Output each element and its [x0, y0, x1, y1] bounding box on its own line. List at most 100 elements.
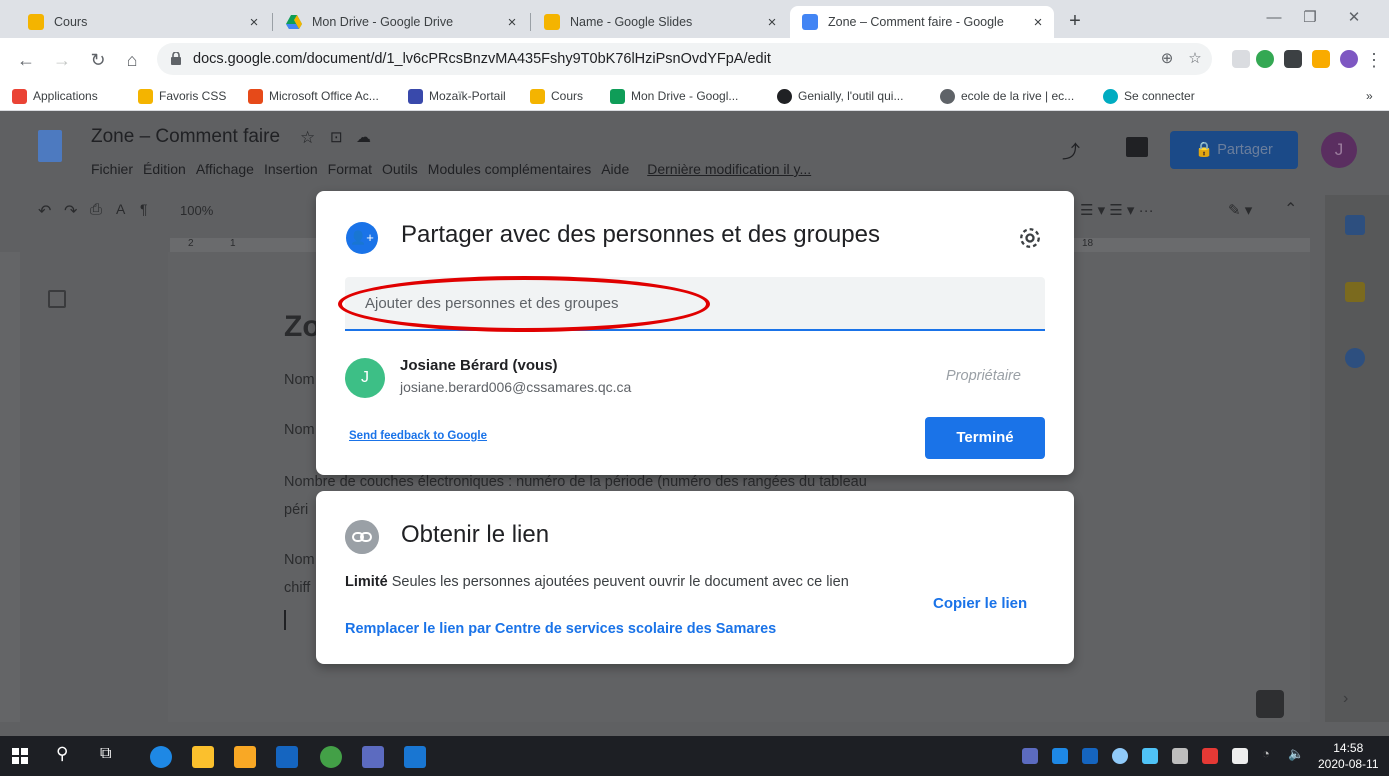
bookmarks-bar: Applications Favoris CSS Microsoft Offic…	[0, 82, 1389, 111]
menu-modules[interactable]: Modules complémentaires	[428, 161, 591, 177]
search-icon[interactable]: ⚲	[56, 744, 68, 764]
access-level[interactable]: Limité	[345, 574, 388, 590]
task-view-icon[interactable]: ⧉	[100, 745, 111, 763]
edit-mode-icon[interactable]: ✎ ▾	[1228, 201, 1252, 219]
tray-app-icon[interactable]	[1172, 748, 1188, 764]
undo-icon[interactable]: ↶	[38, 201, 51, 221]
restore-icon[interactable]: ❐	[1292, 6, 1328, 30]
explore-icon[interactable]	[1256, 690, 1284, 718]
add-people-input[interactable]	[345, 277, 1045, 331]
done-button[interactable]: Terminé	[925, 417, 1045, 459]
bookmark-genially[interactable]: Genially, l'outil qui...	[777, 87, 903, 105]
tab-cours[interactable]: Cours ×	[16, 6, 270, 38]
bookmark-microsoft-office[interactable]: Microsoft Office Ac...	[248, 87, 379, 105]
menu-edition[interactable]: Édition	[143, 161, 186, 177]
minimize-icon[interactable]: —	[1256, 6, 1292, 30]
outlook-icon[interactable]	[276, 746, 298, 768]
close-icon[interactable]: ×	[762, 14, 782, 31]
chrome-icon[interactable]	[320, 746, 342, 768]
send-feedback-link[interactable]: Send feedback to Google	[349, 430, 487, 442]
menu-format[interactable]: Format	[328, 161, 372, 177]
word-icon[interactable]	[404, 746, 426, 768]
tab-mon-drive[interactable]: Mon Drive - Google Drive ×	[274, 6, 528, 38]
menu-insertion[interactable]: Insertion	[264, 161, 318, 177]
gear-icon[interactable]	[1016, 224, 1044, 252]
google-drive-icon	[610, 88, 625, 104]
wifi-icon[interactable]: ◔	[1262, 746, 1270, 761]
reload-icon[interactable]: ↻	[86, 48, 110, 72]
bookmark-se-connecter[interactable]: Se connecter	[1103, 87, 1195, 105]
tab-google-slides[interactable]: Name - Google Slides ×	[532, 6, 788, 38]
forward-icon[interactable]: →	[50, 48, 74, 72]
edge-icon[interactable]	[150, 746, 172, 768]
file-explorer-icon[interactable]	[234, 746, 256, 768]
list-icon[interactable]: ☰ ▾ ☰ ▾ ···	[1080, 201, 1154, 219]
bookmark-star-icon[interactable]: ☆	[1185, 49, 1205, 69]
volume-icon[interactable]: 🔈	[1288, 746, 1304, 762]
menu-outils[interactable]: Outils	[382, 161, 418, 177]
address-bar[interactable]: docs.google.com/document/d/1_lv6cPRcsBnz…	[157, 43, 1212, 75]
collapse-chevron-icon[interactable]: ⌃	[1284, 199, 1297, 219]
zoom-select[interactable]: 100%	[180, 203, 213, 218]
bookmark-favoris-css[interactable]: Favoris CSS	[138, 87, 226, 105]
docs-logo-icon[interactable]	[38, 130, 62, 162]
tab-title: Mon Drive - Google Drive	[312, 15, 454, 29]
docs-share-button[interactable]: 🔒 Partager	[1170, 131, 1298, 169]
menu-fichier[interactable]: Fichier	[91, 161, 133, 177]
home-icon[interactable]: ⌂	[120, 48, 144, 72]
extension-green-icon[interactable]	[1256, 50, 1274, 68]
extension-hand-icon[interactable]	[1312, 50, 1330, 68]
print-icon[interactable]: ⎙	[90, 201, 102, 218]
sticky-notes-icon[interactable]	[192, 746, 214, 768]
activity-trend-icon[interactable]: ⤴	[1062, 138, 1080, 164]
more-menu-icon[interactable]: ⋮	[1362, 48, 1386, 72]
bookmark-applications[interactable]: Applications	[12, 87, 98, 105]
bookmark-mozaik[interactable]: Mozaïk-Portail	[408, 87, 506, 105]
calendar-icon[interactable]	[1345, 215, 1365, 235]
bookmarks-overflow[interactable]: »	[1366, 87, 1373, 105]
paint-format-icon[interactable]: ¶	[140, 201, 148, 217]
extension-icon[interactable]	[1232, 50, 1250, 68]
tray-app-icon[interactable]	[1112, 748, 1128, 764]
profile-avatar[interactable]	[1340, 50, 1358, 68]
comments-icon[interactable]	[1126, 137, 1148, 157]
zoom-icon[interactable]: ⊕	[1157, 49, 1177, 69]
close-icon[interactable]: ×	[244, 14, 264, 31]
spellcheck-icon[interactable]: A	[116, 201, 125, 217]
document-title[interactable]: Zone – Comment faire	[91, 126, 280, 148]
tab-google-docs-active[interactable]: Zone – Comment faire - Google ×	[790, 6, 1054, 38]
tasks-icon[interactable]	[1345, 348, 1365, 368]
tray-outlook-icon[interactable]	[1082, 748, 1098, 764]
windows-start-icon[interactable]	[12, 748, 28, 764]
taskbar-clock[interactable]: 14:58 2020-08-11	[1318, 740, 1379, 772]
close-icon[interactable]: ×	[502, 14, 522, 31]
new-tab-button[interactable]: +	[1062, 8, 1088, 34]
tray-app-icon[interactable]	[1142, 748, 1158, 764]
back-icon[interactable]: ←	[14, 48, 38, 72]
replace-link-button[interactable]: Remplacer le lien par Centre de services…	[345, 621, 776, 637]
bookmark-ecole[interactable]: ecole de la rive | ec...	[940, 87, 1074, 105]
genially-icon	[777, 88, 792, 104]
tray-app-icon[interactable]	[1202, 748, 1218, 764]
close-icon[interactable]: ×	[1028, 14, 1048, 31]
redo-icon[interactable]: ↷	[64, 201, 77, 221]
battery-icon[interactable]	[1232, 748, 1248, 764]
teams-icon[interactable]	[362, 746, 384, 768]
tray-teams-icon[interactable]	[1022, 748, 1038, 764]
expand-panel-icon[interactable]: ›	[1343, 690, 1348, 708]
last-edit-link[interactable]: Dernière modification il y...	[647, 161, 811, 177]
window-close-icon[interactable]: ✕	[1336, 6, 1372, 30]
menu-affichage[interactable]: Affichage	[196, 161, 254, 177]
copy-link-button[interactable]: Copier le lien	[933, 595, 1027, 612]
bookmark-mon-drive[interactable]: Mon Drive - Googl...	[610, 87, 738, 105]
menu-aide[interactable]: Aide	[601, 161, 629, 177]
account-avatar[interactable]: J	[1321, 132, 1357, 168]
outline-icon[interactable]	[48, 290, 66, 308]
keep-icon[interactable]	[1345, 282, 1365, 302]
onedrive-icon[interactable]	[1052, 748, 1068, 764]
bookmark-cours[interactable]: Cours	[530, 87, 583, 105]
tab-title: Cours	[54, 15, 88, 29]
move-folder-icon[interactable]: ⊡	[330, 128, 343, 146]
star-icon[interactable]: ☆	[300, 128, 315, 148]
extension-grid-icon[interactable]	[1284, 50, 1302, 68]
